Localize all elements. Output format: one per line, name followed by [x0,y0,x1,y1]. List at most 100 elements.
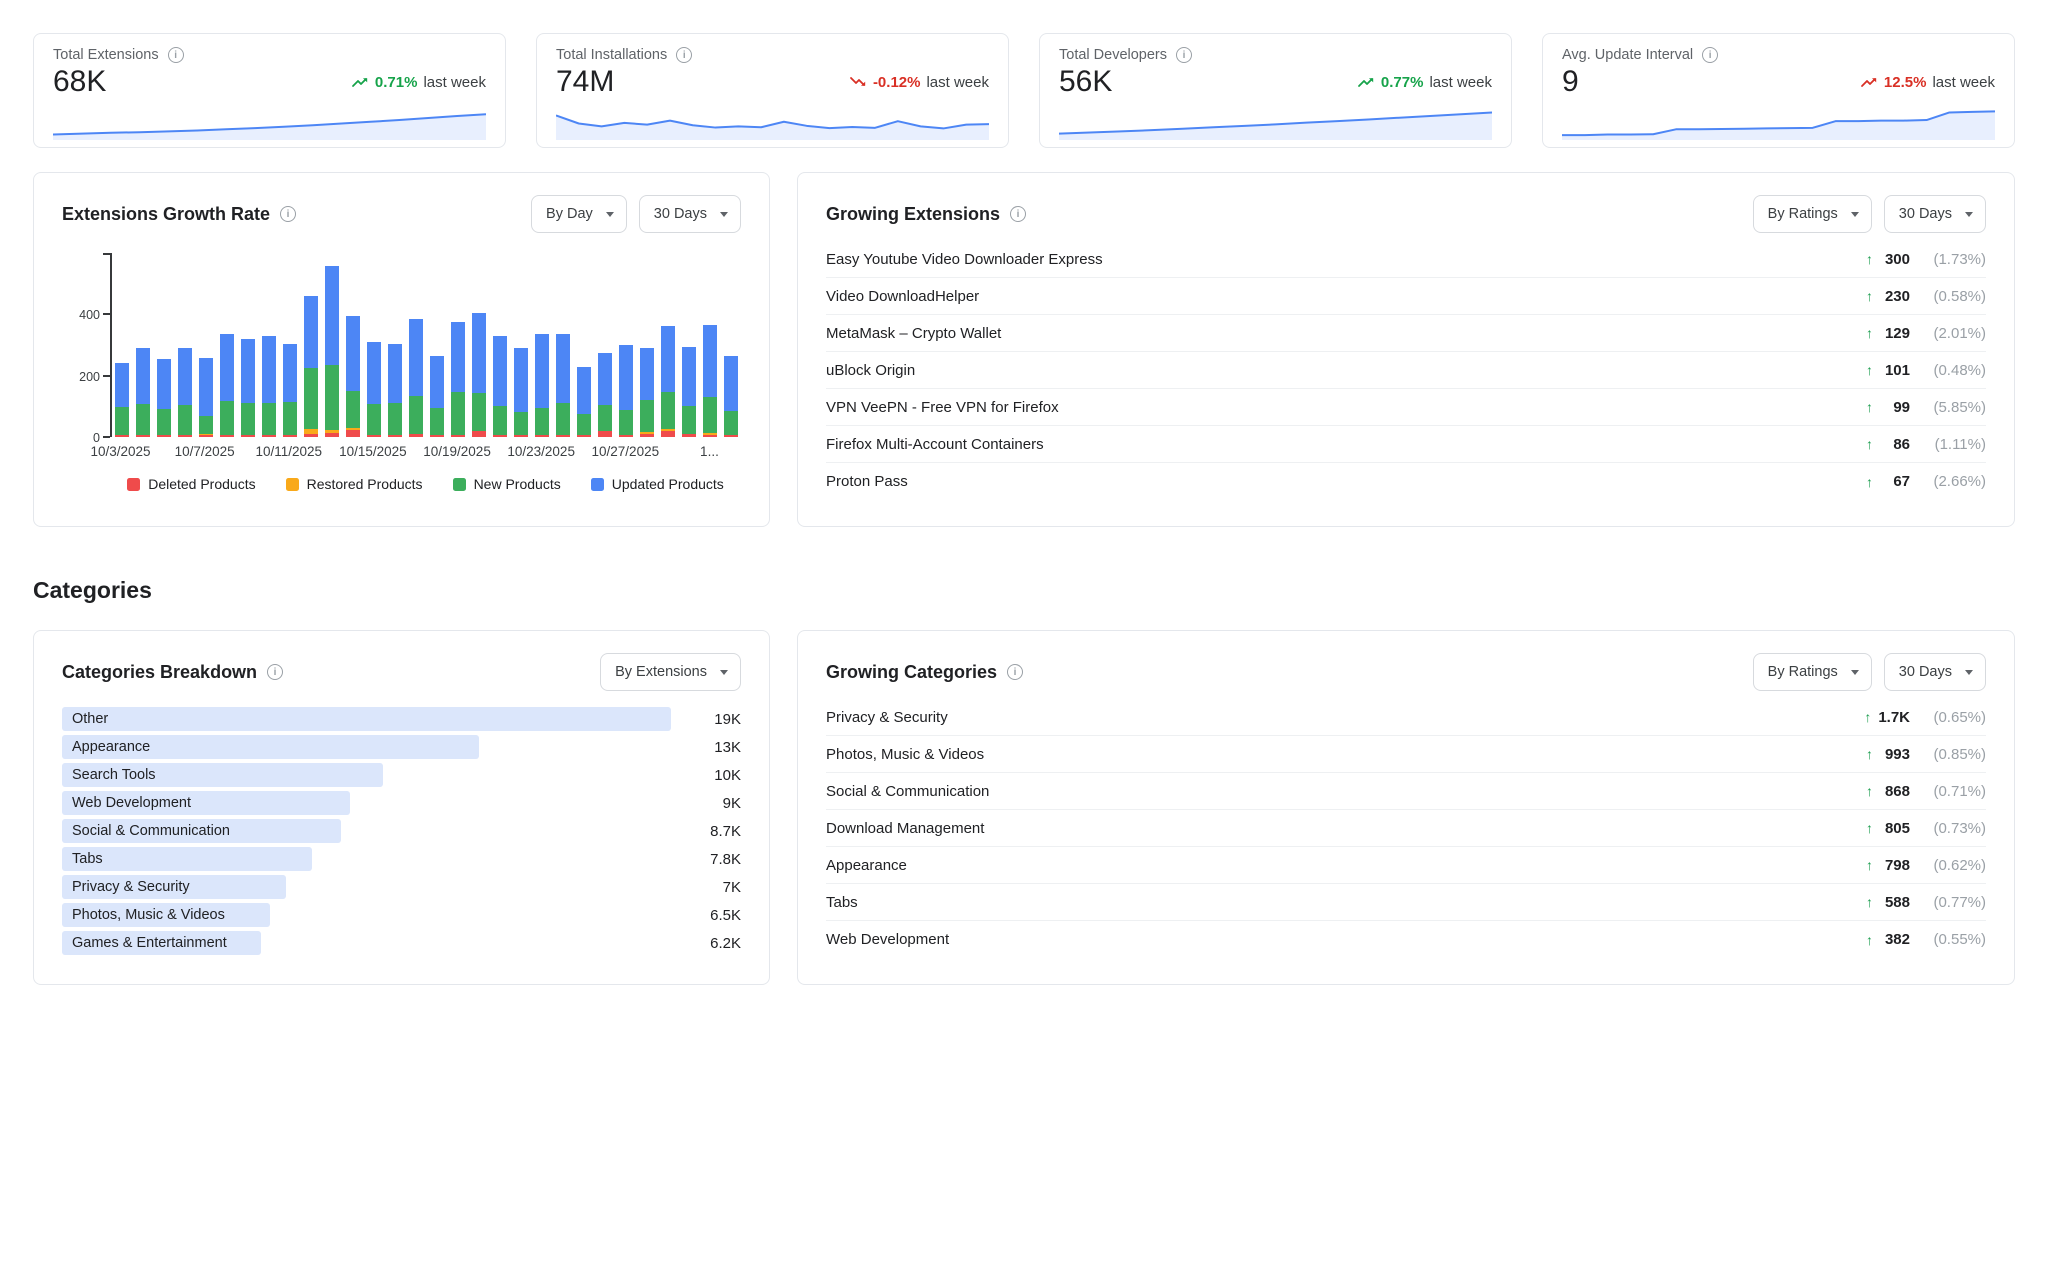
bar-10-30-2025[interactable] [678,253,699,437]
dropdown-30-days[interactable]: 30 Days [1884,195,1986,233]
info-icon[interactable]: i [676,47,692,63]
category-name: Games & Entertainment [72,935,227,951]
bar-10-10-2025[interactable] [259,253,280,437]
bar-10-29-2025[interactable] [657,253,678,437]
info-icon[interactable]: i [168,47,184,63]
legend-label: Deleted Products [148,476,255,492]
info-icon[interactable]: i [1702,47,1718,63]
category-bar-row-other[interactable]: Other19K [62,705,741,733]
category-bar-row-appearance[interactable]: Appearance13K [62,733,741,761]
category-bar-row-search-tools[interactable]: Search Tools10K [62,761,741,789]
dropdown-by-day[interactable]: By Day [531,195,627,233]
info-icon[interactable]: i [1007,664,1023,680]
x-axis-tick-label: 10/27/2025 [592,444,660,459]
category-bar-row-tabs[interactable]: Tabs7.8K [62,845,741,873]
category-name: Other [72,711,108,727]
category-bar-row-privacy-security[interactable]: Privacy & Security7K [62,873,741,901]
legend-swatch [453,478,466,491]
item-delta: 129 [1880,325,1910,342]
bar-10-27-2025[interactable] [615,253,636,437]
bar-10-23-2025[interactable] [531,253,552,437]
bar-segment-new-products [157,409,171,435]
dropdown-30-days[interactable]: 30 Days [1884,653,1986,691]
dropdown-by-ratings[interactable]: By Ratings [1753,195,1872,233]
category-bar-row-web-development[interactable]: Web Development 9K [62,789,741,817]
bar-10-5-2025[interactable] [154,253,175,437]
dropdown-30-days[interactable]: 30 Days [639,195,741,233]
list-item-proton-pass[interactable]: Proton Pass↑67(2.66%) [826,463,1986,500]
list-item-privacy-security[interactable]: Privacy & Security↑1.7K(0.65%) [826,699,1986,736]
bar-segment-updated-products [682,347,696,407]
bar-segment-new-products [556,403,570,435]
category-bar: Tabs [62,847,312,871]
list-item-video-downloadhelper[interactable]: Video DownloadHelper↑230(0.58%) [826,278,1986,315]
list-item-firefox-multi-account-containers[interactable]: Firefox Multi-Account Containers↑86(1.11… [826,426,1986,463]
bar-10-16-2025[interactable] [385,253,406,437]
bar-10-26-2025[interactable] [594,253,615,437]
stat-trend: -0.12%last week [849,74,989,91]
item-name: Privacy & Security [826,709,948,726]
list-item-social-communication[interactable]: Social & Communication↑868(0.71%) [826,773,1986,810]
bar-segment-deleted-products [556,435,570,437]
bar-10-21-2025[interactable] [489,253,510,437]
info-icon[interactable]: i [1010,206,1026,222]
bar-11-1-2025[interactable] [720,253,741,437]
list-item-ublock-origin[interactable]: uBlock Origin↑101(0.48%) [826,352,1986,389]
bar-10-31-2025[interactable] [699,253,720,437]
bar-10-8-2025[interactable] [217,253,238,437]
bar-10-11-2025[interactable] [280,253,301,437]
bar-10-6-2025[interactable] [175,253,196,437]
list-item-metamask-crypto-wallet[interactable]: MetaMask – Crypto Wallet↑129(2.01%) [826,315,1986,352]
item-delta: 805 [1880,820,1910,837]
bar-10-19-2025[interactable] [448,253,469,437]
bar-10-25-2025[interactable] [573,253,594,437]
bar-10-22-2025[interactable] [510,253,531,437]
bar-10-9-2025[interactable] [238,253,259,437]
bar-10-17-2025[interactable] [406,253,427,437]
category-bar-row-photos-music-videos[interactable]: Photos, Music & Videos6.5K [62,901,741,929]
list-item-appearance[interactable]: Appearance↑798(0.62%) [826,847,1986,884]
category-bar-row-games-entertainment[interactable]: Games & Entertainment6.2K [62,929,741,957]
item-percent: (0.71%) [1910,783,1986,800]
bar-10-20-2025[interactable] [468,253,489,437]
dropdown-by-extensions[interactable]: By Extensions [600,653,741,691]
category-name: Web Development [72,795,191,811]
bar-segment-updated-products [598,353,612,405]
x-axis: 10/3/202510/7/202510/11/202510/15/202510… [62,444,741,462]
category-bar-row-social-communication[interactable]: Social & Communication8.7K [62,817,741,845]
bar-10-7-2025[interactable] [196,253,217,437]
info-icon[interactable]: i [1176,47,1192,63]
info-icon[interactable]: i [267,664,283,680]
bar-segment-new-products [451,392,465,435]
bar-segment-new-products [199,416,213,434]
bar-10-18-2025[interactable] [427,253,448,437]
bar-segment-new-products [346,391,360,428]
stat-delta-suffix: last week [423,74,486,91]
bar-10-12-2025[interactable] [301,253,322,437]
bar-segment-new-products [619,410,633,435]
item-percent: (5.85%) [1910,399,1986,416]
info-icon[interactable]: i [280,206,296,222]
dropdown-by-ratings[interactable]: By Ratings [1753,653,1872,691]
list-item-vpn-veepn-free-vpn-for-firefox[interactable]: VPN VeePN - Free VPN for Firefox↑99(5.85… [826,389,1986,426]
trend-up-icon [351,76,369,88]
list-item-photos-music-videos[interactable]: Photos, Music & Videos↑993(0.85%) [826,736,1986,773]
item-percent: (1.73%) [1910,251,1986,268]
bar-10-3-2025[interactable] [112,253,133,437]
list-item-tabs[interactable]: Tabs↑588(0.77%) [826,884,1986,921]
bar-segment-new-products [514,412,528,435]
list-item-web-development[interactable]: Web Development↑382(0.55%) [826,921,1986,958]
stat-trend: 0.77%last week [1357,74,1492,91]
bar-10-15-2025[interactable] [364,253,385,437]
list-item-download-management[interactable]: Download Management↑805(0.73%) [826,810,1986,847]
bar-segment-deleted-products [493,435,507,437]
bar-segment-deleted-products [136,435,150,437]
list-item-easy-youtube-video-downloader-express[interactable]: Easy Youtube Video Downloader Express↑30… [826,241,1986,278]
category-value: 9K [671,795,741,812]
bar-10-24-2025[interactable] [552,253,573,437]
bar-10-4-2025[interactable] [133,253,154,437]
bar-10-28-2025[interactable] [636,253,657,437]
bar-10-13-2025[interactable] [322,253,343,437]
bar-10-14-2025[interactable] [343,253,364,437]
bottom-panels-row: Categories Breakdown i By Extensions Oth… [33,630,2015,985]
